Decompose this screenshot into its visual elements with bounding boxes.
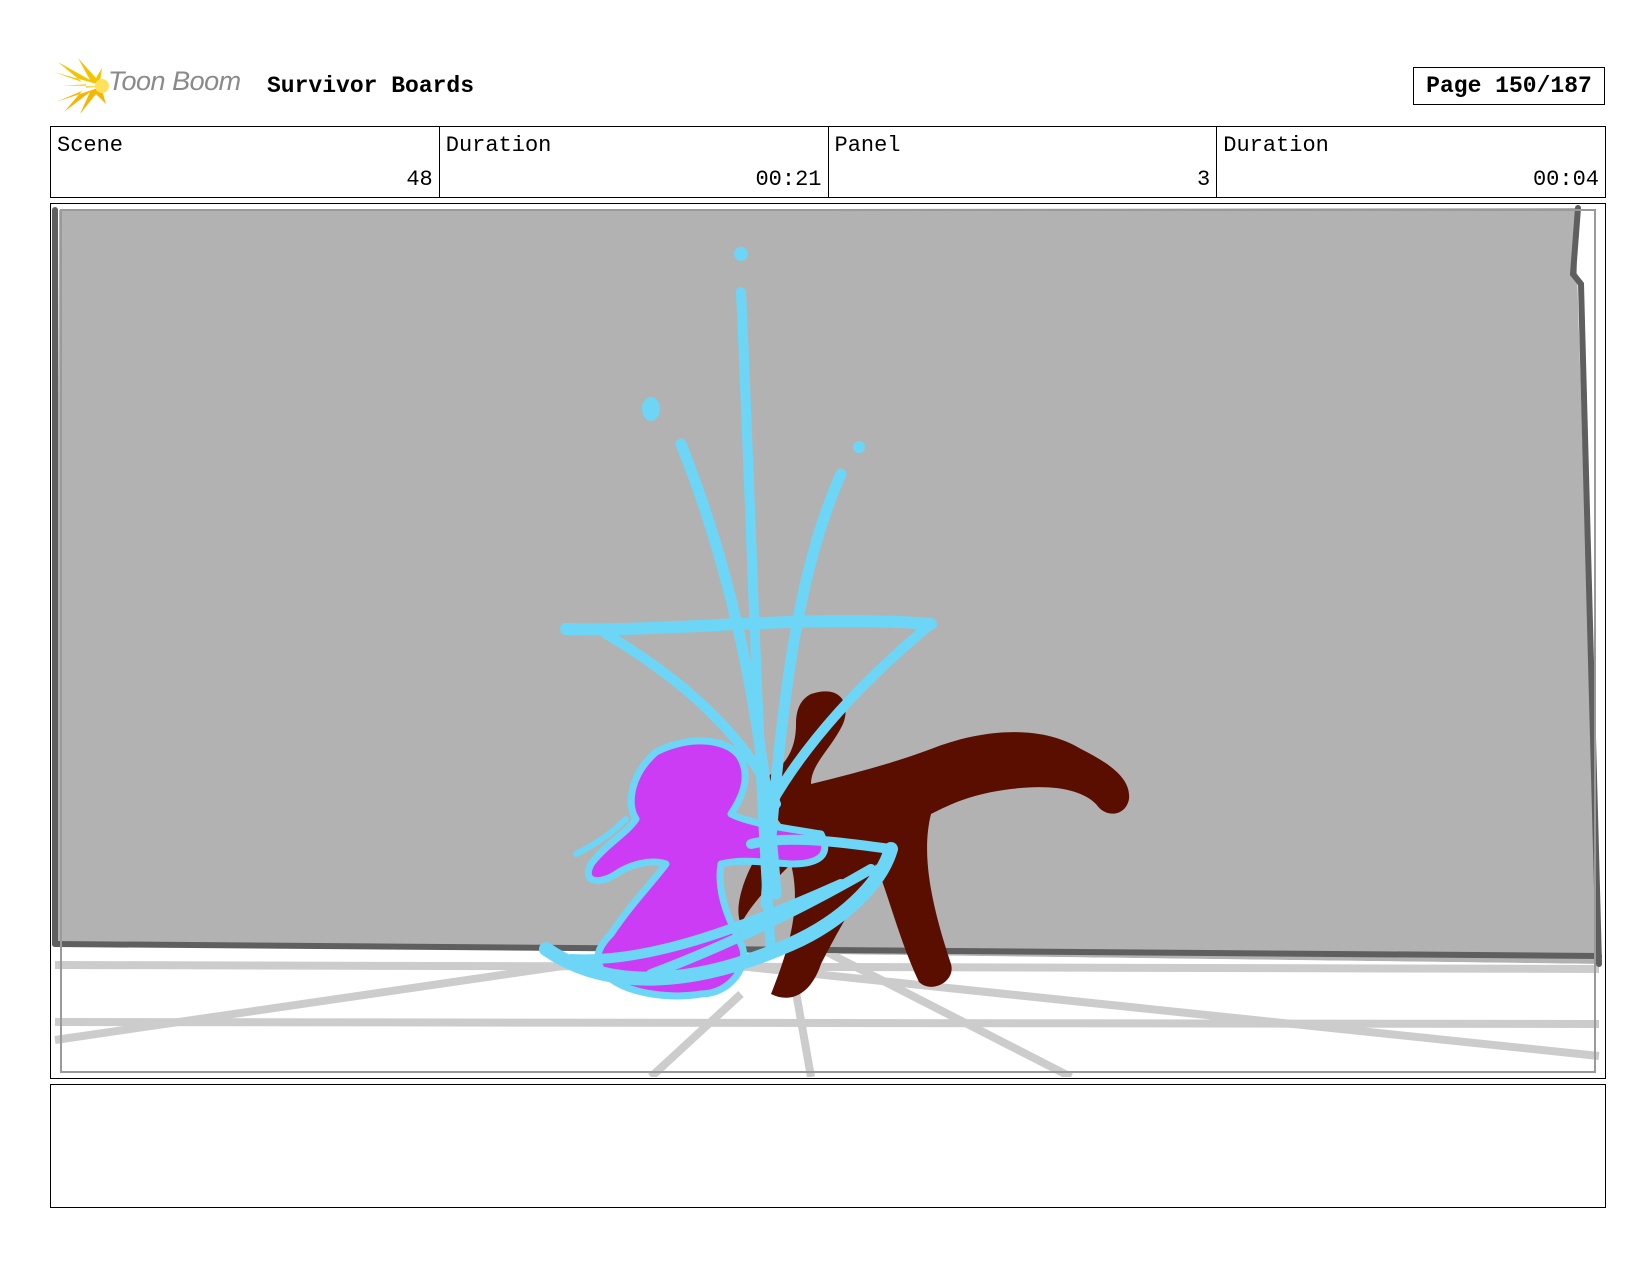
scene-duration-value: 00:21 (755, 167, 822, 192)
toon-boom-logo: Toon Boom (52, 58, 248, 114)
scene-label: Scene (57, 133, 124, 158)
storyboard-panel (50, 203, 1606, 1079)
panel-notes-box (50, 1084, 1606, 1208)
project-title: Survivor Boards (267, 73, 475, 99)
panel-label: Panel (834, 133, 901, 158)
panel-cell: Panel 3 (829, 127, 1218, 197)
logo-wordmark: Toon Boom (108, 66, 241, 96)
panel-duration-label: Duration (1223, 133, 1329, 158)
scene-value: 48 (406, 167, 433, 192)
panel-value: 3 (1197, 167, 1211, 192)
scene-duration-label: Duration (445, 133, 552, 158)
scene-cell: Scene 48 (51, 127, 440, 197)
panel-drawing (52, 205, 1602, 1077)
scene-info-table: Scene 48 Duration 00:21 Panel 3 Duration… (50, 126, 1606, 198)
starburst-logo-icon (54, 58, 109, 114)
panel-duration-value: 00:04 (1532, 167, 1599, 192)
page-indicator: Page 150/187 (1413, 67, 1605, 105)
panel-duration-cell: Duration 00:04 (1217, 127, 1605, 197)
scene-duration-cell: Duration 00:21 (440, 127, 829, 197)
